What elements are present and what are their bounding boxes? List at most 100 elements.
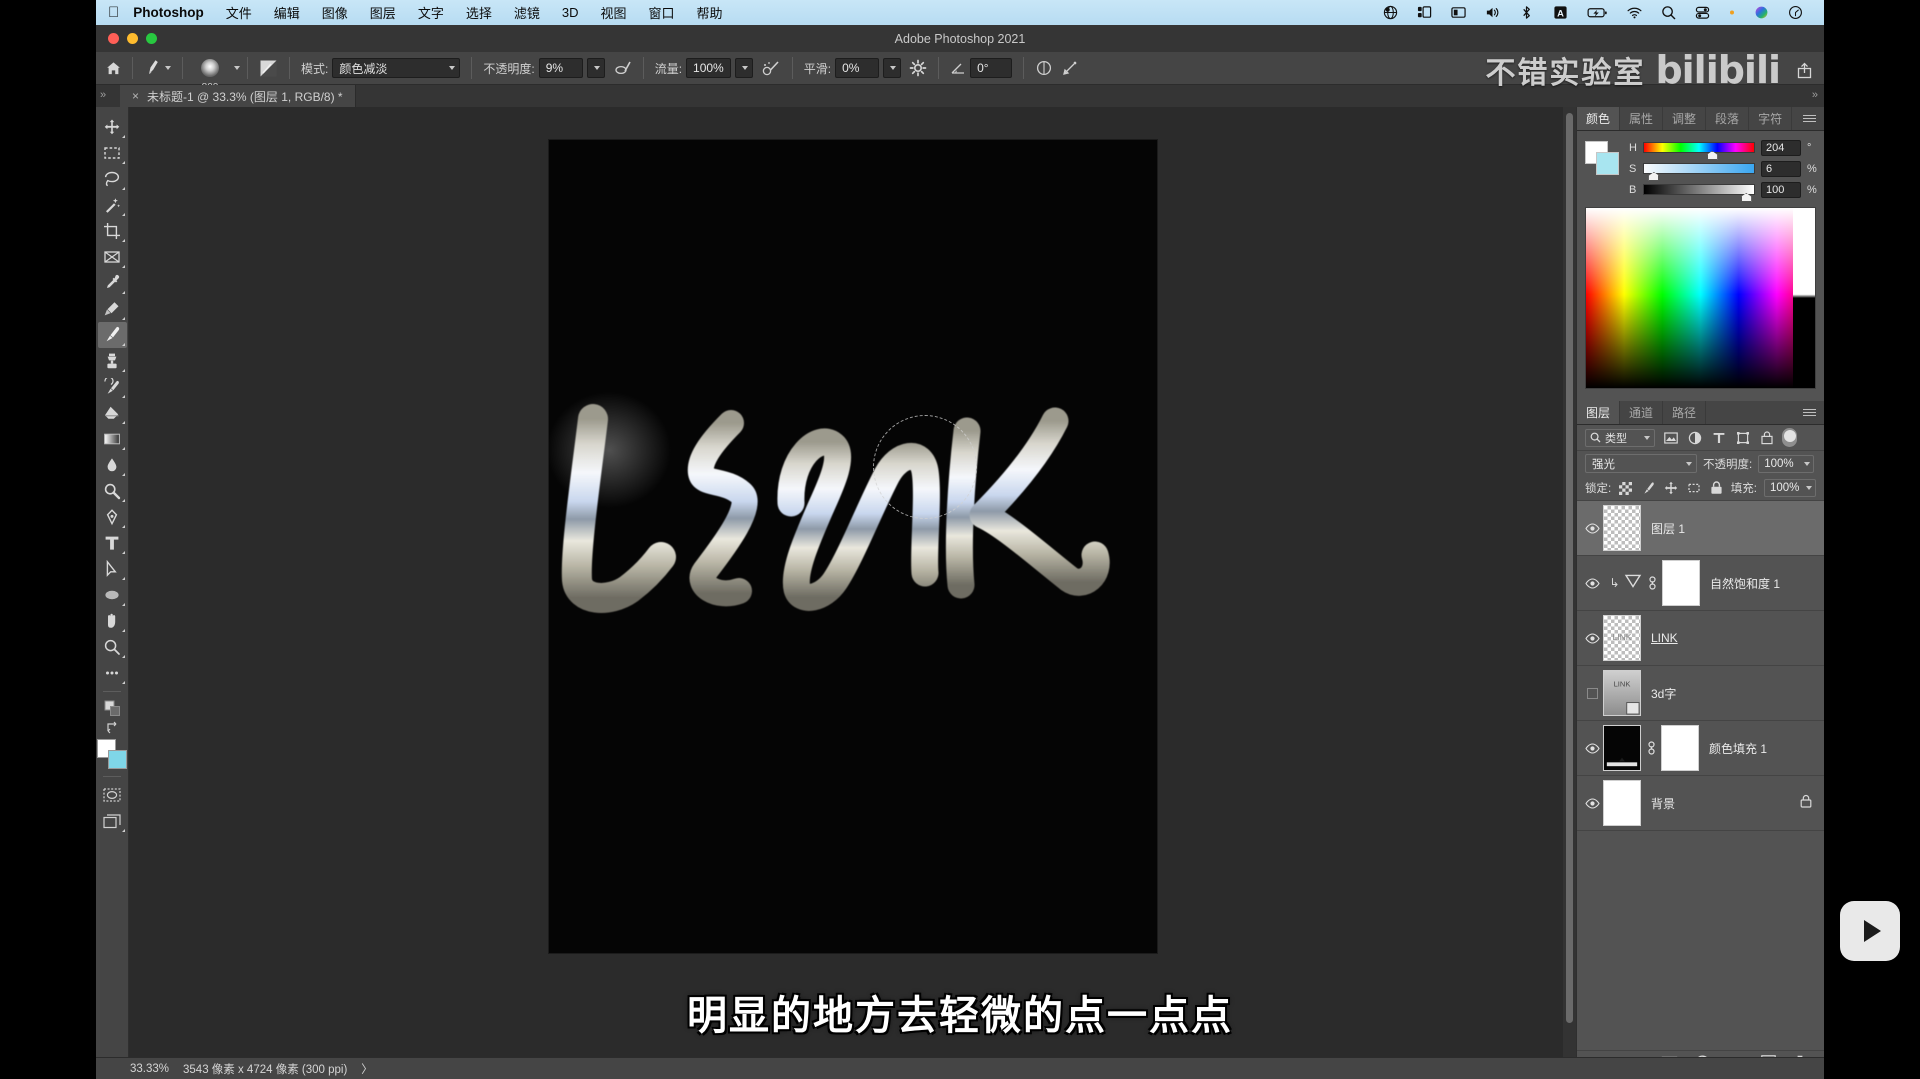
menu-item-type[interactable]: 文字	[418, 3, 444, 22]
gradient-tool[interactable]	[98, 426, 127, 452]
layer-thumbnail[interactable]: LINK	[1603, 615, 1641, 661]
move-tool[interactable]	[98, 114, 127, 140]
close-window-button[interactable]	[108, 33, 119, 44]
document-tab[interactable]: × 未标题-1 @ 33.3% (图层 1, RGB/8) *	[120, 85, 356, 107]
opacity-input[interactable]: 9%	[538, 58, 583, 78]
crop-tool[interactable]	[98, 218, 127, 244]
layer-filter-type-select[interactable]: 类型	[1585, 428, 1655, 447]
menu-item-select[interactable]: 选择	[466, 3, 492, 22]
background-color-swatch[interactable]	[108, 750, 127, 769]
brightness-value[interactable]: 100	[1761, 181, 1801, 198]
smoothing-dropdown[interactable]	[883, 58, 902, 78]
home-button[interactable]	[102, 55, 125, 81]
type-filter-icon[interactable]	[1710, 429, 1727, 446]
menu-item-filter[interactable]: 滤镜	[514, 3, 540, 22]
layer-visibility-toggle[interactable]	[1581, 632, 1603, 644]
stage-manager-icon[interactable]	[1416, 5, 1433, 20]
play-badge-icon[interactable]	[1840, 901, 1900, 961]
lasso-tool[interactable]	[98, 166, 127, 192]
rectangular-marquee-tool[interactable]	[98, 140, 127, 166]
layer-name[interactable]: 背景	[1651, 795, 1675, 812]
close-icon[interactable]: ×	[132, 89, 139, 103]
tab-properties[interactable]: 属性	[1620, 107, 1664, 130]
eyedropper-tool[interactable]	[98, 270, 127, 296]
siri-icon[interactable]	[1787, 5, 1804, 20]
saturation-value[interactable]: 6	[1761, 160, 1801, 177]
layer-thumbnail[interactable]	[1603, 505, 1641, 551]
layer-visibility-toggle[interactable]	[1581, 577, 1603, 589]
smoothing-input[interactable]: 0%	[835, 58, 880, 78]
layer-mask-thumbnail[interactable]	[1662, 560, 1700, 606]
edit-toolbar-tool[interactable]	[98, 660, 127, 686]
layer-opacity-input[interactable]: 100%	[1758, 454, 1815, 473]
smart-object-filter-icon[interactable]	[1758, 429, 1775, 446]
eraser-tool[interactable]	[98, 400, 127, 426]
flow-dropdown[interactable]	[734, 58, 753, 78]
brightness-slider[interactable]	[1643, 184, 1755, 202]
blur-tool[interactable]	[98, 452, 127, 478]
status-zoom-level[interactable]: 33.33%	[130, 1063, 169, 1075]
layer-row-color-fill[interactable]: 颜色填充 1	[1577, 721, 1824, 776]
chevron-down-icon[interactable]	[234, 66, 240, 70]
layer-row-adjustment-vibrance[interactable]: ↳ 自然饱和度 1	[1577, 556, 1824, 611]
pixel-filter-icon[interactable]	[1662, 429, 1679, 446]
blend-mode-select[interactable]: 颜色减淡	[332, 58, 461, 78]
battery-charging-icon[interactable]	[1586, 5, 1609, 20]
color-panel-swatches[interactable]	[1585, 141, 1619, 175]
status-expand-arrow-icon[interactable]: 〉	[361, 1061, 373, 1077]
layers-panel-menu-icon[interactable]	[1795, 401, 1824, 424]
dodge-tool[interactable]	[98, 478, 127, 504]
layer-thumbnail[interactable]	[1603, 725, 1641, 771]
layer-thumbnail[interactable]	[1603, 780, 1641, 826]
brush-preset-picker[interactable]	[140, 55, 175, 81]
brush-settings-panel-toggle[interactable]	[255, 55, 282, 81]
color-spectrum-ramp[interactable]	[1585, 207, 1816, 389]
brush-size-preview[interactable]: 800	[190, 53, 230, 93]
apple-menu-icon[interactable]: 	[108, 5, 119, 20]
menu-item-edit[interactable]: 编辑	[274, 3, 300, 22]
flow-input[interactable]: 100%	[686, 58, 731, 78]
menu-item-layer[interactable]: 图层	[370, 3, 396, 22]
pen-tool[interactable]	[98, 504, 127, 530]
color-wheel-icon[interactable]	[1753, 5, 1770, 20]
airbrush-toggle[interactable]	[757, 55, 785, 81]
frame-tool[interactable]	[98, 244, 127, 270]
menu-item-file[interactable]: 文件	[226, 3, 252, 22]
minimize-window-button[interactable]	[127, 33, 138, 44]
tab-paragraph[interactable]: 段落	[1706, 107, 1750, 130]
magic-wand-tool[interactable]	[98, 192, 127, 218]
zoom-tool[interactable]	[98, 634, 127, 660]
tab-layers[interactable]: 图层	[1577, 401, 1621, 424]
layer-row-link[interactable]: LINK LINK	[1577, 611, 1824, 666]
control-center-icon[interactable]	[1694, 5, 1711, 20]
menu-item-view[interactable]: 视图	[600, 3, 626, 22]
tab-adjustments[interactable]: 调整	[1663, 107, 1707, 130]
tab-color[interactable]: 颜色	[1577, 107, 1621, 130]
adjustment-filter-icon[interactable]	[1686, 429, 1703, 446]
lock-artboard-icon[interactable]	[1686, 480, 1702, 497]
tab-paths[interactable]: 路径	[1663, 401, 1707, 424]
layer-thumbnail[interactable]: LINK	[1603, 670, 1641, 716]
layer-name[interactable]: LINK	[1651, 631, 1678, 645]
window-traffic-lights[interactable]	[108, 33, 157, 44]
pressure-size-toggle[interactable]	[1057, 55, 1083, 81]
hue-slider[interactable]	[1643, 142, 1755, 160]
canvas-vertical-scrollbar[interactable]	[1563, 107, 1576, 1079]
layer-row-background[interactable]: 背景	[1577, 776, 1824, 831]
layer-visibility-toggle[interactable]	[1581, 522, 1603, 534]
display-icon[interactable]	[1450, 5, 1467, 20]
lock-transparency-icon[interactable]	[1618, 480, 1634, 497]
opacity-dropdown[interactable]	[586, 58, 605, 78]
spotlight-search-icon[interactable]	[1660, 5, 1677, 20]
scrollbar-thumb[interactable]	[1566, 113, 1573, 1023]
globe-icon[interactable]	[1382, 5, 1399, 20]
lock-image-icon[interactable]	[1641, 480, 1657, 497]
ellipse-tool[interactable]	[98, 582, 127, 608]
layer-blend-mode-select[interactable]: 强光	[1585, 454, 1697, 473]
color-panel-menu-icon[interactable]	[1795, 107, 1824, 130]
layer-visibility-toggle[interactable]	[1581, 797, 1603, 809]
link-mask-icon[interactable]	[1645, 741, 1658, 755]
color-swatches[interactable]	[97, 739, 127, 769]
layer-name[interactable]: 颜色填充 1	[1709, 740, 1767, 757]
path-selection-tool[interactable]	[98, 556, 127, 582]
